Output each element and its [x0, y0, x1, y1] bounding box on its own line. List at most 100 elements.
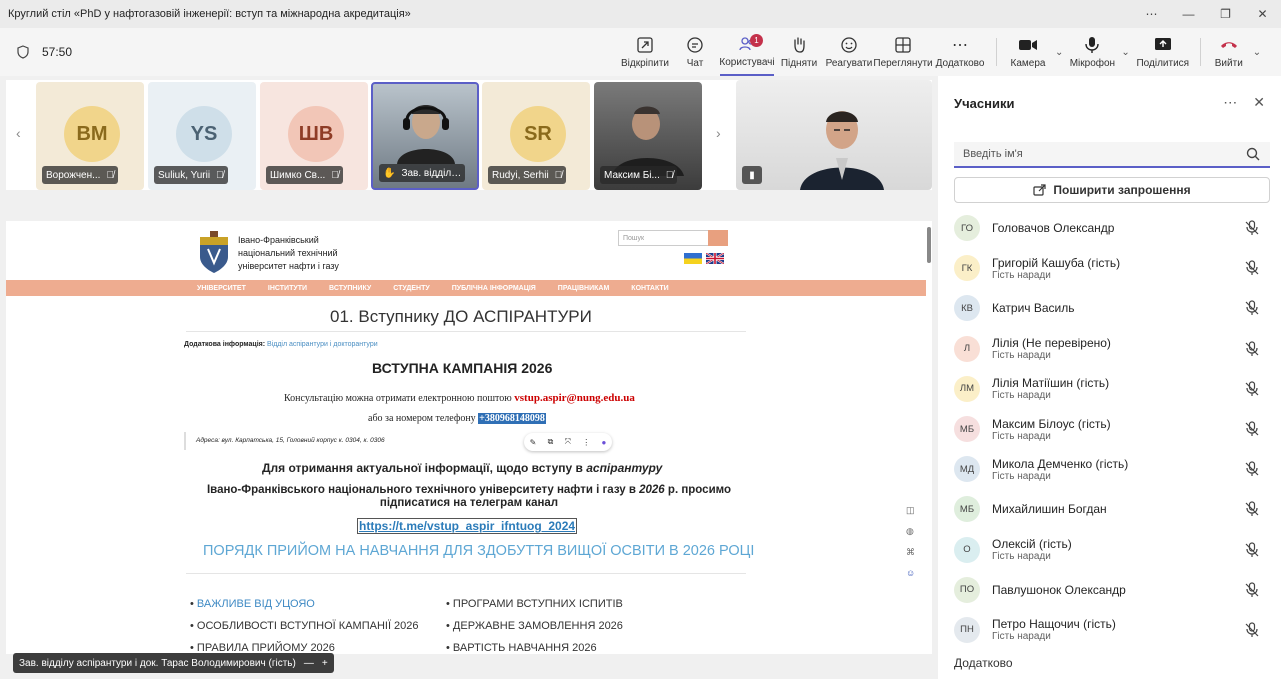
additional-info: Додаткова інформація: Відділ аспірантури… [184, 341, 378, 348]
participant-tile[interactable]: ШВ Шимко Св... 🎙̸ [260, 82, 368, 190]
list-item[interactable]: • ДЕРЖАВНЕ ЗАМОВЛЕННЯ 2026 [446, 615, 623, 637]
ukraine-flag-icon[interactable] [684, 253, 702, 264]
mic-off-icon[interactable] [1244, 300, 1260, 316]
apps-icon[interactable]: ⌘ [906, 547, 915, 558]
site-menu-item[interactable]: КОНТАКТИ [631, 285, 668, 292]
page-scrollbar[interactable] [926, 221, 932, 654]
mic-off-icon[interactable] [1244, 340, 1260, 357]
presenter-nametag: Зав. відділу аспірантури і док. Тарас Во… [13, 653, 334, 673]
copy-icon[interactable]: ⧉ [548, 437, 554, 447]
mic-button[interactable]: Мікрофон [1067, 28, 1117, 76]
zoom-in-icon[interactable]: + [322, 658, 328, 669]
mic-off-icon[interactable] [1244, 622, 1260, 638]
admission-order-heading[interactable]: ПОРЯДК ПРИЙОМ НА НАВЧАННЯ ДЛЯ ЗДОБУТТЯ В… [203, 543, 754, 559]
more-vertical-icon[interactable]: ⋮ [582, 438, 590, 447]
close-button[interactable]: ✕ [1244, 0, 1281, 28]
leave-button[interactable]: Вийти [1209, 28, 1249, 76]
participant-search-input[interactable]: Введіть ім'я [954, 142, 1270, 168]
mic-off-icon[interactable] [1244, 501, 1260, 517]
zoom-out-icon[interactable]: — [304, 658, 314, 669]
translate-icon[interactable]: ⤧ [565, 437, 571, 447]
campaign-heading: ВСТУПНА КАМПАНІЯ 2026 [372, 360, 553, 376]
avatar: ГК [954, 255, 980, 282]
self-video-tile[interactable]: ▮ [736, 80, 932, 190]
site-menu-item[interactable]: ПРАЦІВНИКАМ [558, 285, 610, 292]
restore-button[interactable]: ❐ [1207, 0, 1244, 28]
additional-info-link[interactable]: Відділ аспірантури і докторантури [267, 341, 378, 348]
participant-row[interactable]: ЛМ Лілія Матіїшин (гість) Гість наради [954, 369, 1274, 409]
mic-off-icon[interactable] [1244, 260, 1260, 276]
more-button[interactable]: ⋯ Додатково [932, 28, 988, 76]
participant-row[interactable]: Л Лілія (Не перевірено) Гість наради [954, 329, 1274, 369]
site-menu-item[interactable]: ІНСТИТУТИ [268, 285, 307, 292]
participant-tile[interactable]: YS Suliuk, Yurii 🎙̸ [148, 82, 256, 190]
participants-list: ГО Головачов Олександр ГК Григорій Кашуба (… [954, 208, 1274, 650]
close-icon[interactable]: ✕ [1253, 94, 1265, 111]
participant-tile[interactable]: ВМ Ворожчен... 🎙̸ [36, 82, 144, 190]
more-section-label[interactable]: Додатково [954, 656, 1013, 670]
participant-row[interactable]: ПН Петро Нащочич (гість) Гість наради [954, 610, 1274, 650]
more-options-icon[interactable]: ⋯ [1223, 94, 1237, 111]
site-search-input[interactable]: Пошук [618, 230, 728, 246]
list-item[interactable]: • ВАРТІСТЬ НАВЧАННЯ 2026 [446, 637, 623, 654]
camera-button[interactable]: Камера [1005, 28, 1051, 76]
participant-row[interactable]: О Олексій (гість) Гість наради [954, 530, 1274, 570]
participant-tile[interactable]: SR Rudyi, Serhii 🎙̸ [482, 82, 590, 190]
mic-off-icon[interactable] [1244, 582, 1260, 598]
mic-off-icon[interactable] [1244, 421, 1260, 437]
reader-icon[interactable]: ◫ [906, 505, 915, 516]
phone-number[interactable]: +380968148098 [478, 413, 546, 424]
site-menu-item[interactable]: УНІВЕРСИТЕТ [197, 285, 246, 292]
chat-button[interactable]: Чат [670, 28, 720, 76]
minimize-button[interactable]: — [1170, 0, 1207, 28]
pencil-icon[interactable]: ✎ [530, 438, 537, 447]
participant-row[interactable]: КВ Катрич Василь [954, 288, 1274, 328]
chevron-left-icon[interactable]: ‹ [16, 125, 21, 141]
list-item[interactable]: • ПРОГРАМИ ВСТУПНИХ ІСПИТІВ [446, 593, 623, 615]
participant-video-tile[interactable]: ✋ Зав. відділу а... [371, 82, 479, 190]
mic-off-icon[interactable] [1244, 381, 1260, 397]
view-icon [893, 35, 913, 55]
site-menu-item[interactable]: СТУДЕНТУ [393, 285, 430, 292]
toolbar-separator-2 [1199, 38, 1201, 66]
more-options-icon[interactable]: ⋯ [1133, 0, 1170, 28]
mic-off-icon[interactable] [1244, 541, 1260, 558]
list-item[interactable]: • ОСОБЛИВОСТІ ВСТУПНОЇ КАМПАНІЇ 2026 [190, 615, 419, 637]
avatar: ШВ [288, 106, 344, 162]
mic-off-icon[interactable] [1244, 220, 1260, 236]
title-bar: Круглий стіл «PhD у нафтогазовій інженер… [0, 0, 1281, 28]
globe-icon[interactable]: ◍ [906, 526, 915, 537]
share-button[interactable]: Поділитися [1134, 28, 1192, 76]
site-menu-item[interactable]: ПУБЛІЧНА ІНФОРМАЦІЯ [452, 285, 536, 292]
email-link[interactable]: vstup.aspir@nung.edu.ua [514, 392, 635, 404]
copilot-icon[interactable]: ● [602, 438, 607, 447]
participant-row[interactable]: ГО Головачов Олександр [954, 208, 1274, 248]
participant-row[interactable]: МБ Михайлишин Богдан [954, 489, 1274, 529]
leave-options-chevron-icon[interactable]: ⌄ [1249, 47, 1265, 58]
participant-row[interactable]: МД Микола Демченко (гість) Гість наради [954, 449, 1274, 489]
chevron-right-icon[interactable]: › [716, 125, 721, 141]
raise-hand-button[interactable]: Підняти [774, 28, 824, 76]
people-button[interactable]: 1 Користувачі [719, 28, 775, 76]
list-item[interactable]: • ВАЖЛИВЕ ВІД УЦОЯО [190, 593, 419, 615]
uk-flag-icon[interactable] [706, 253, 724, 264]
camera-options-chevron-icon[interactable]: ⌄ [1051, 47, 1067, 58]
scrollbar-thumb[interactable] [927, 227, 931, 263]
view-button[interactable]: Переглянути [873, 28, 933, 76]
site-search-button[interactable] [708, 230, 728, 246]
react-button[interactable]: Реагувати [824, 28, 874, 76]
unpin-button[interactable]: Відкріпити [620, 28, 670, 76]
assistant-icon[interactable]: ☺ [906, 568, 915, 578]
participant-video-tile[interactable]: Максим Бі... 🎙̸ [594, 82, 702, 190]
site-menu-item[interactable]: ВСТУПНИКУ [329, 285, 371, 292]
telegram-link[interactable]: https://t.me/vstup_aspir_ifntuog_2024 [357, 518, 578, 534]
mic-off-icon[interactable] [1244, 461, 1260, 477]
phone-line: або за номером телефону +380968148098 [368, 413, 546, 424]
participant-row[interactable]: ГК Григорій Кашуба (гість) Гість наради [954, 248, 1274, 288]
mic-options-chevron-icon[interactable]: ⌄ [1117, 47, 1133, 58]
share-invite-button[interactable]: Поширити запрошення [954, 177, 1270, 203]
participant-row[interactable]: МБ Максим Білоус (гість) Гість наради [954, 409, 1274, 449]
list-item[interactable]: • ПРАВИЛА ПРИЙОМУ 2026 [190, 637, 419, 654]
participant-row[interactable]: ПО Павлушонок Олександр [954, 570, 1274, 610]
search-icon [1246, 147, 1260, 161]
